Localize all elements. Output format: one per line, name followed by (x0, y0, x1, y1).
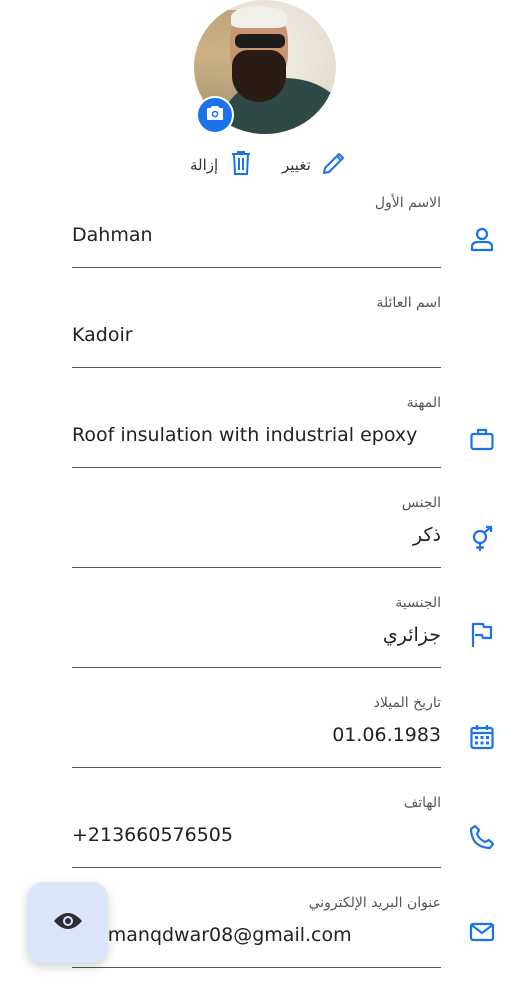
field-underline (72, 367, 441, 368)
field-underline (72, 267, 441, 268)
remove-photo-label: إزالة (190, 156, 219, 174)
field-underline (72, 867, 441, 868)
birthdate-label: تاريخ الميلاد (373, 695, 441, 711)
occupation-value[interactable]: Roof insulation with industrial epoxy (72, 424, 441, 446)
field-underline (72, 767, 441, 768)
nationality-field[interactable]: الجنسية جزائري (72, 595, 441, 695)
first-name-field[interactable]: الاسم الأول Dahman (72, 195, 441, 295)
first-name-label: الاسم الأول (374, 195, 441, 211)
email-value[interactable]: dahmanqdwar08@gmail.com (72, 924, 441, 946)
nationality-label: الجنسية (395, 595, 441, 611)
occupation-label: المهنة (406, 395, 441, 411)
avatar-cap (231, 6, 287, 28)
field-underline (72, 667, 441, 668)
change-photo-button[interactable]: تغيير (282, 150, 347, 180)
gender-value[interactable]: ذكر (72, 524, 441, 546)
last-name-label: اسم العائلة (376, 295, 441, 311)
nationality-value[interactable]: جزائري (72, 624, 441, 646)
gender-field[interactable]: الجنس ذكر (72, 495, 441, 595)
occupation-field[interactable]: المهنة Roof insulation with industrial e… (72, 395, 441, 495)
gender-icon (467, 524, 497, 554)
camera-icon (206, 105, 224, 125)
avatar-sunglasses (235, 34, 285, 48)
field-underline (72, 967, 441, 968)
last-name-value[interactable]: Kadoir (72, 324, 441, 346)
preview-fab-button[interactable] (27, 882, 108, 963)
phone-label: الهاتف (403, 795, 441, 811)
last-name-field[interactable]: اسم العائلة Kadoir (72, 295, 441, 395)
change-photo-label: تغيير (282, 156, 311, 174)
trash-icon (230, 150, 252, 180)
phone-value[interactable]: +213660576505 (72, 824, 441, 846)
phone-icon (467, 822, 497, 852)
field-underline (72, 467, 441, 468)
avatar-beard (232, 50, 286, 102)
briefcase-icon (467, 424, 497, 454)
remove-photo-button[interactable]: إزالة (190, 150, 252, 180)
mail-icon (467, 917, 497, 947)
calendar-icon (467, 722, 497, 752)
birthdate-field[interactable]: تاريخ الميلاد 01.06.1983 (72, 695, 441, 795)
email-label: عنوان البريد الإلكتروني (308, 895, 441, 911)
field-underline (72, 567, 441, 568)
pencil-icon (321, 150, 347, 180)
birthdate-value[interactable]: 01.06.1983 (72, 724, 441, 746)
person-icon (467, 224, 497, 254)
eye-icon (53, 911, 83, 935)
camera-button[interactable] (196, 96, 234, 134)
first-name-value[interactable]: Dahman (72, 224, 441, 246)
flag-icon (467, 620, 497, 650)
gender-label: الجنس (401, 495, 441, 511)
email-field[interactable]: عنوان البريد الإلكتروني dahmanqdwar08@gm… (72, 895, 441, 995)
photo-actions: إزالة تغيير (0, 150, 529, 180)
phone-field[interactable]: الهاتف +213660576505 (72, 795, 441, 895)
